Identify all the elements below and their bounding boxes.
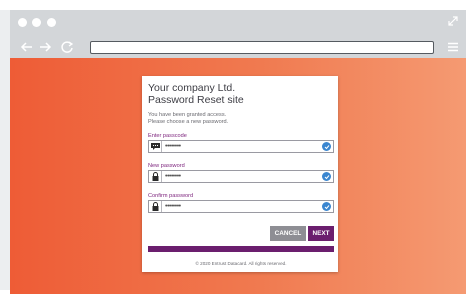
navigation-bar: [10, 36, 466, 58]
new-password-value: ••••••••: [165, 173, 181, 180]
next-button[interactable]: NEXT: [308, 226, 334, 241]
site-name: Password Reset site: [148, 94, 244, 106]
passcode-value: ••••••••: [165, 143, 181, 150]
title-bar: [10, 10, 466, 36]
confirm-password-value: ••••••••: [165, 203, 181, 210]
company-title: Your company Ltd. Password Reset site: [148, 82, 334, 106]
cancel-button[interactable]: CANCEL: [270, 226, 306, 241]
passcode-icon: [149, 141, 162, 152]
window-dot-maximize[interactable]: [47, 18, 56, 27]
accent-bar: [148, 246, 334, 252]
new-password-field[interactable]: ••••••••: [148, 170, 334, 183]
page-viewport: Your company Ltd. Password Reset site Yo…: [10, 58, 466, 294]
new-password-label: New password: [148, 163, 185, 169]
back-icon[interactable]: [20, 40, 34, 54]
reload-icon[interactable]: [60, 40, 74, 54]
url-input[interactable]: [90, 41, 434, 54]
expand-icon[interactable]: [446, 14, 460, 28]
password-reset-card: Your company Ltd. Password Reset site Yo…: [142, 76, 338, 272]
confirm-password-label: Confirm password: [148, 193, 194, 199]
intro-line-1: You have been granted access.: [148, 112, 227, 118]
intro-line-2: Please choose a new password.: [148, 119, 229, 125]
check-icon: [322, 202, 331, 211]
window-dot-close[interactable]: [18, 18, 27, 27]
lock-icon: [149, 171, 162, 182]
menu-icon[interactable]: [446, 40, 460, 54]
confirm-password-field[interactable]: ••••••••: [148, 200, 334, 213]
check-icon: [322, 172, 331, 181]
browser-window: Your company Ltd. Password Reset site Yo…: [10, 10, 466, 294]
company-name: Your company Ltd.: [148, 82, 236, 94]
window-dot-minimize[interactable]: [32, 18, 41, 27]
lock-icon: [149, 201, 162, 212]
passcode-label: Enter passcode: [148, 133, 187, 139]
intro-text: You have been granted access. Please cho…: [148, 112, 334, 126]
passcode-field[interactable]: ••••••••: [148, 140, 334, 153]
forward-icon[interactable]: [38, 40, 52, 54]
check-icon: [322, 142, 331, 151]
copyright-text: © 2020 Entrust Datacard. All rights rese…: [195, 261, 287, 266]
